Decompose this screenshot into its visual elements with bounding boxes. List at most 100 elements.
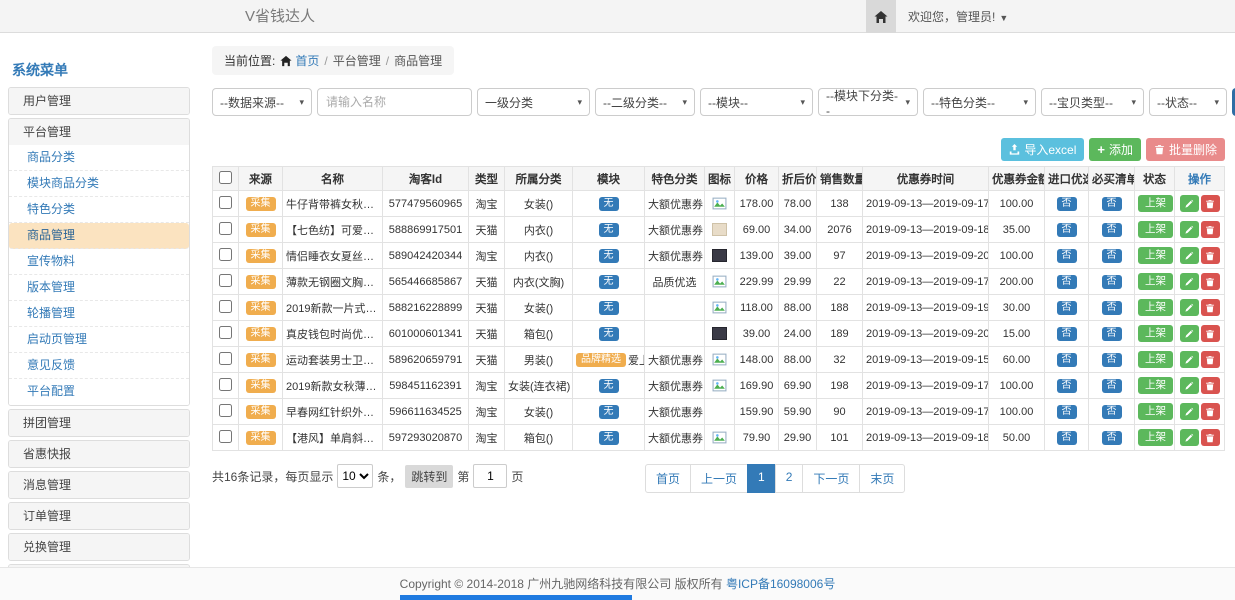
sidebar-item[interactable]: 宣传物料 <box>9 249 189 275</box>
import-select-badge[interactable]: 否 <box>1057 379 1077 393</box>
edit-button[interactable] <box>1180 351 1199 368</box>
status-on-shelf-button[interactable]: 上架 <box>1138 403 1173 420</box>
sidebar-item[interactable]: 版本管理 <box>9 275 189 301</box>
status-on-shelf-button[interactable]: 上架 <box>1138 299 1173 316</box>
filter-select-5[interactable]: --模块下分类--▾ <box>818 88 918 116</box>
import-select-badge[interactable]: 否 <box>1057 275 1077 289</box>
sidebar-item[interactable]: 特色分类 <box>9 197 189 223</box>
breadcrumb-item-platform[interactable]: 平台管理 <box>333 52 381 69</box>
import-select-badge[interactable]: 否 <box>1057 405 1077 419</box>
edit-button[interactable] <box>1180 377 1199 394</box>
page-button-4[interactable]: 下一页 <box>802 464 860 493</box>
status-on-shelf-button[interactable]: 上架 <box>1138 273 1173 290</box>
icp-link[interactable]: 粤ICP备16098006号 <box>726 577 835 591</box>
home-button[interactable] <box>866 0 896 33</box>
edit-button[interactable] <box>1180 299 1199 316</box>
page-button-5[interactable]: 末页 <box>859 464 905 493</box>
import-select-badge[interactable]: 否 <box>1057 353 1077 367</box>
delete-button[interactable] <box>1201 325 1220 342</box>
edit-button[interactable] <box>1180 273 1199 290</box>
sidebar-item[interactable]: 商品管理 <box>9 223 189 249</box>
per-page-select[interactable]: 10 <box>337 464 373 488</box>
sidebar-item[interactable]: 意见反馈 <box>9 353 189 379</box>
import-select-badge[interactable]: 否 <box>1057 197 1077 211</box>
must-buy-badge[interactable]: 否 <box>1102 275 1122 289</box>
import-select-badge[interactable]: 否 <box>1057 327 1077 341</box>
must-buy-badge[interactable]: 否 <box>1102 405 1122 419</box>
batch-delete-button[interactable]: 批量删除 <box>1146 138 1225 161</box>
must-buy-badge[interactable]: 否 <box>1102 249 1122 263</box>
filter-select-6[interactable]: --特色分类--▾ <box>923 88 1036 116</box>
sidebar-group-3[interactable]: 省惠快报 <box>9 441 189 467</box>
row-checkbox[interactable] <box>219 404 232 417</box>
row-checkbox[interactable] <box>219 378 232 391</box>
edit-button[interactable] <box>1180 221 1199 238</box>
breadcrumb-home-link[interactable]: 首页 <box>280 52 319 69</box>
must-buy-badge[interactable]: 否 <box>1102 223 1122 237</box>
row-checkbox[interactable] <box>219 430 232 443</box>
import-select-badge[interactable]: 否 <box>1057 223 1077 237</box>
delete-button[interactable] <box>1201 195 1220 212</box>
filter-select-8[interactable]: --状态--▾ <box>1149 88 1227 116</box>
name-search-input[interactable] <box>317 88 472 116</box>
status-on-shelf-button[interactable]: 上架 <box>1138 351 1173 368</box>
must-buy-badge[interactable]: 否 <box>1102 353 1122 367</box>
delete-button[interactable] <box>1201 403 1220 420</box>
import-select-badge[interactable]: 否 <box>1057 301 1077 315</box>
row-checkbox[interactable] <box>219 274 232 287</box>
user-menu[interactable]: 欢迎您，管理员!▼ <box>908 8 1008 25</box>
filter-select-3[interactable]: --二级分类--▾ <box>595 88 695 116</box>
page-button-0[interactable]: 首页 <box>645 464 691 493</box>
sidebar-item[interactable]: 模块商品分类 <box>9 171 189 197</box>
page-button-1[interactable]: 上一页 <box>690 464 748 493</box>
must-buy-badge[interactable]: 否 <box>1102 431 1122 445</box>
delete-button[interactable] <box>1201 351 1220 368</box>
import-select-badge[interactable]: 否 <box>1057 249 1077 263</box>
sidebar-item[interactable]: 商品分类 <box>9 145 189 171</box>
sidebar-group-0[interactable]: 用户管理 <box>9 88 189 114</box>
row-checkbox[interactable] <box>219 352 232 365</box>
status-on-shelf-button[interactable]: 上架 <box>1138 377 1173 394</box>
edit-button[interactable] <box>1180 325 1199 342</box>
add-button[interactable]: + 添加 <box>1089 138 1141 161</box>
delete-button[interactable] <box>1201 273 1220 290</box>
delete-button[interactable] <box>1201 299 1220 316</box>
status-on-shelf-button[interactable]: 上架 <box>1138 195 1173 212</box>
sidebar-item[interactable]: 启动页管理 <box>9 327 189 353</box>
sidebar-group-2[interactable]: 拼团管理 <box>9 410 189 436</box>
row-checkbox[interactable] <box>219 300 232 313</box>
status-on-shelf-button[interactable]: 上架 <box>1138 247 1173 264</box>
row-checkbox[interactable] <box>219 222 232 235</box>
row-checkbox[interactable] <box>219 326 232 339</box>
filter-select-7[interactable]: --宝贝类型--▾ <box>1041 88 1144 116</box>
row-checkbox[interactable] <box>219 248 232 261</box>
edit-button[interactable] <box>1180 429 1199 446</box>
import-excel-button[interactable]: 导入excel <box>1001 138 1084 161</box>
edit-button[interactable] <box>1180 195 1199 212</box>
delete-button[interactable] <box>1201 247 1220 264</box>
sidebar-group-1[interactable]: 平台管理 <box>9 119 189 145</box>
edit-button[interactable] <box>1180 403 1199 420</box>
must-buy-badge[interactable]: 否 <box>1102 327 1122 341</box>
page-button-2[interactable]: 1 <box>747 464 776 493</box>
filter-select-0[interactable]: --数据来源--▾ <box>212 88 312 116</box>
sidebar-item[interactable]: 轮播管理 <box>9 301 189 327</box>
page-button-3[interactable]: 2 <box>775 464 804 493</box>
must-buy-badge[interactable]: 否 <box>1102 301 1122 315</box>
delete-button[interactable] <box>1201 377 1220 394</box>
filter-select-4[interactable]: --模块--▾ <box>700 88 813 116</box>
sidebar-group-4[interactable]: 消息管理 <box>9 472 189 498</box>
status-on-shelf-button[interactable]: 上架 <box>1138 429 1173 446</box>
status-on-shelf-button[interactable]: 上架 <box>1138 221 1173 238</box>
select-all-checkbox[interactable] <box>219 171 232 184</box>
must-buy-badge[interactable]: 否 <box>1102 379 1122 393</box>
import-select-badge[interactable]: 否 <box>1057 431 1077 445</box>
filter-select-2[interactable]: 一级分类▾ <box>477 88 590 116</box>
sidebar-group-5[interactable]: 订单管理 <box>9 503 189 529</box>
status-on-shelf-button[interactable]: 上架 <box>1138 325 1173 342</box>
edit-button[interactable] <box>1180 247 1199 264</box>
sidebar-item[interactable]: 平台配置 <box>9 379 189 405</box>
delete-button[interactable] <box>1201 221 1220 238</box>
jump-button[interactable]: 跳转到 <box>405 465 453 488</box>
sidebar-group-6[interactable]: 兑换管理 <box>9 534 189 560</box>
